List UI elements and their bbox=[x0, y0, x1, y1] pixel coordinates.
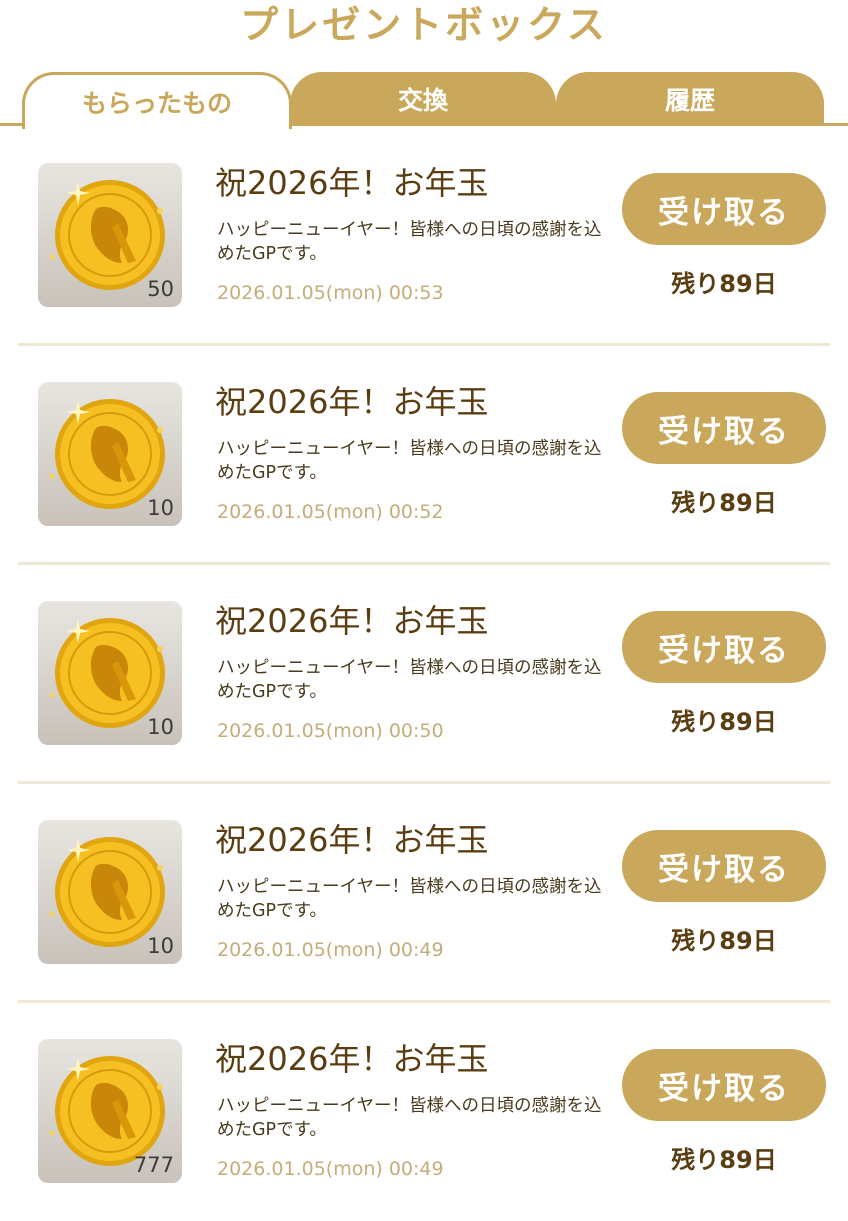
item-description: ハッピーニューイヤー！皆様への日頃の感謝を込めたGPです。 bbox=[217, 658, 602, 702]
item-title: 祝2026年！お年玉 bbox=[215, 1040, 489, 1078]
remaining-days: 残り89日 bbox=[671, 927, 777, 955]
remaining-days: 残り89日 bbox=[671, 489, 777, 517]
receive-button[interactable]: 受け取る bbox=[622, 830, 826, 902]
item-thumbnail: 50 bbox=[38, 163, 182, 307]
item-quantity: 10 bbox=[147, 934, 174, 958]
item-quantity: 10 bbox=[147, 715, 174, 739]
item-description: ハッピーニューイヤー！皆様への日頃の感謝を込めたGPです。 bbox=[217, 1096, 602, 1140]
item-quantity: 777 bbox=[133, 1153, 174, 1177]
receive-button[interactable]: 受け取る bbox=[622, 1049, 826, 1121]
tab-received[interactable]: もらったもの bbox=[22, 72, 292, 129]
item-thumbnail: 10 bbox=[38, 601, 182, 745]
item-description: ハッピーニューイヤー！皆様への日頃の感謝を込めたGPです。 bbox=[217, 220, 602, 264]
item-date: 2026.01.05(mon) 00:49 bbox=[217, 1158, 444, 1180]
item-quantity: 50 bbox=[147, 277, 174, 301]
list-item: 50 祝2026年！お年玉 ハッピーニューイヤー！皆様への日頃の感謝を込めたGP… bbox=[0, 126, 848, 346]
remaining-days: 残り89日 bbox=[671, 1146, 777, 1174]
item-thumbnail: 10 bbox=[38, 820, 182, 964]
item-description: ハッピーニューイヤー！皆様への日頃の感謝を込めたGPです。 bbox=[217, 439, 602, 483]
item-title: 祝2026年！お年玉 bbox=[215, 602, 489, 640]
item-date: 2026.01.05(mon) 00:50 bbox=[217, 720, 444, 742]
list-item: 10 祝2026年！お年玉 ハッピーニューイヤー！皆様への日頃の感謝を込めたGP… bbox=[0, 783, 848, 1003]
item-title: 祝2026年！お年玉 bbox=[215, 383, 489, 421]
item-thumbnail: 777 bbox=[38, 1039, 182, 1183]
page-title: プレゼントボックス bbox=[240, 3, 608, 47]
list-item: 10 祝2026年！お年玉 ハッピーニューイヤー！皆様への日頃の感謝を込めたGP… bbox=[0, 345, 848, 565]
list-item: 10 祝2026年！お年玉 ハッピーニューイヤー！皆様への日頃の感謝を込めたGP… bbox=[0, 564, 848, 784]
item-title: 祝2026年！お年玉 bbox=[215, 164, 489, 202]
item-description: ハッピーニューイヤー！皆様への日頃の感謝を込めたGPです。 bbox=[217, 877, 602, 921]
item-title: 祝2026年！お年玉 bbox=[215, 821, 489, 859]
receive-button[interactable]: 受け取る bbox=[622, 173, 826, 245]
tab-exchange[interactable]: 交換 bbox=[290, 72, 556, 126]
item-date: 2026.01.05(mon) 00:52 bbox=[217, 501, 444, 523]
tab-bar: もらったもの 交換 履歴 bbox=[0, 70, 848, 129]
item-date: 2026.01.05(mon) 00:53 bbox=[217, 282, 444, 304]
list-item: 777 祝2026年！お年玉 ハッピーニューイヤー！皆様への日頃の感謝を込めたG… bbox=[0, 1002, 848, 1221]
item-thumbnail: 10 bbox=[38, 382, 182, 526]
remaining-days: 残り89日 bbox=[671, 708, 777, 736]
present-list: 50 祝2026年！お年玉 ハッピーニューイヤー！皆様への日頃の感謝を込めたGP… bbox=[0, 126, 848, 1221]
tab-history[interactable]: 履歴 bbox=[556, 72, 824, 126]
remaining-days: 残り89日 bbox=[671, 270, 777, 298]
receive-button[interactable]: 受け取る bbox=[622, 611, 826, 683]
item-date: 2026.01.05(mon) 00:49 bbox=[217, 939, 444, 961]
item-quantity: 10 bbox=[147, 496, 174, 520]
receive-button[interactable]: 受け取る bbox=[622, 392, 826, 464]
